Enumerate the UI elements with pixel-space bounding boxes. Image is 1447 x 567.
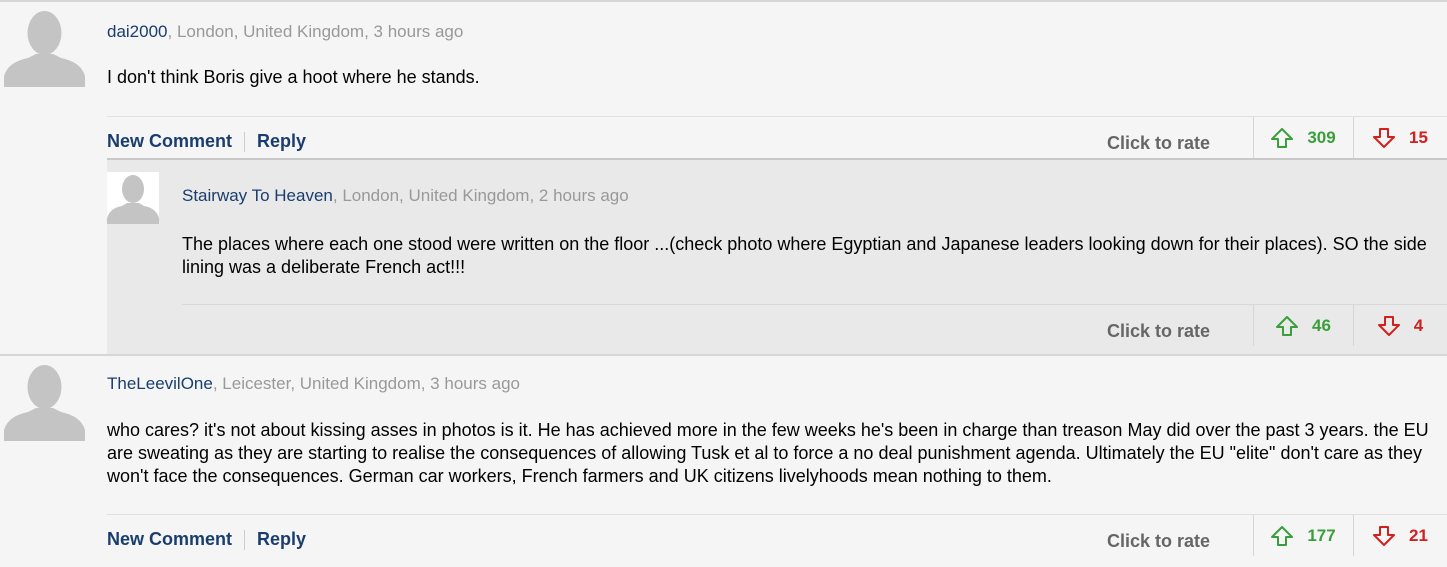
- avatar-silhouette-icon[interactable]: [107, 172, 159, 224]
- arrow-up-icon: [1271, 127, 1294, 148]
- downvote-count: 21: [1409, 525, 1428, 545]
- rating-controls: Click to rate 46 4: [1107, 305, 1447, 346]
- comment: TheLeevilOne, Leicester, United Kingdom,…: [0, 354, 1447, 557]
- arrow-up-icon: [1271, 525, 1294, 546]
- comment-text: I don't think Boris give a hoot where he…: [107, 67, 480, 87]
- rating-controls: Click to rate 309 15: [1107, 117, 1447, 158]
- arrow-down-icon: [1377, 315, 1400, 336]
- click-to-rate-label: Click to rate: [1107, 531, 1211, 551]
- comment-meta: TheLeevilOne, Leicester, United Kingdom,…: [107, 374, 520, 394]
- downvote-count: 4: [1413, 315, 1424, 335]
- upvote-count: 309: [1307, 127, 1336, 147]
- avatar-silhouette-icon[interactable]: [4, 6, 85, 87]
- reply-meta: Stairway To Heaven, London, United Kingd…: [182, 186, 629, 206]
- arrow-down-icon: [1373, 127, 1396, 148]
- divider: [244, 132, 246, 153]
- new-comment-button[interactable]: New Comment: [107, 131, 232, 152]
- location-time: , London, United Kingdom, 2 hours ago: [332, 186, 629, 205]
- comment-actions: New Comment Reply Click to rate 309 15: [107, 116, 1447, 158]
- downvote-count: 15: [1409, 127, 1428, 147]
- click-to-rate-label: Click to rate: [1107, 133, 1211, 153]
- reply-text: The places where each one stood were wri…: [182, 234, 1427, 277]
- click-to-rate-label: Click to rate: [1107, 321, 1211, 341]
- new-comment-button[interactable]: New Comment: [107, 529, 232, 550]
- upvote-button[interactable]: 46: [1253, 305, 1353, 346]
- downvote-button[interactable]: 4: [1353, 305, 1447, 346]
- comment: dai2000, London, United Kingdom, 3 hours…: [0, 0, 1447, 358]
- username-link[interactable]: dai2000: [107, 22, 168, 41]
- avatar-silhouette-icon[interactable]: [4, 360, 85, 441]
- arrow-down-icon: [1373, 525, 1396, 546]
- rating-controls: Click to rate 177 21: [1107, 515, 1447, 556]
- location-time: , Leicester, United Kingdom, 3 hours ago: [212, 374, 520, 393]
- upvote-button[interactable]: 309: [1253, 117, 1353, 158]
- username-link[interactable]: Stairway To Heaven: [182, 186, 333, 205]
- reply-button[interactable]: Reply: [257, 529, 306, 550]
- comment-meta: dai2000, London, United Kingdom, 3 hours…: [107, 22, 463, 42]
- downvote-button[interactable]: 21: [1353, 515, 1447, 556]
- upvote-count: 46: [1312, 315, 1331, 335]
- reply-comment: Stairway To Heaven, London, United Kingd…: [107, 158, 1447, 358]
- username-link[interactable]: TheLeevilOne: [107, 374, 213, 393]
- comment-actions: New Comment Reply Click to rate 177 21: [107, 514, 1447, 556]
- upvote-count: 177: [1307, 525, 1336, 545]
- arrow-up-icon: [1276, 315, 1299, 336]
- upvote-button[interactable]: 177: [1253, 515, 1353, 556]
- downvote-button[interactable]: 15: [1353, 117, 1447, 158]
- location-time: , London, United Kingdom, 3 hours ago: [167, 22, 464, 41]
- reply-button[interactable]: Reply: [257, 131, 306, 152]
- comment-text: who cares? it's not about kissing asses …: [107, 420, 1429, 486]
- divider: [244, 530, 246, 551]
- reply-actions: Click to rate 46 4: [182, 304, 1447, 346]
